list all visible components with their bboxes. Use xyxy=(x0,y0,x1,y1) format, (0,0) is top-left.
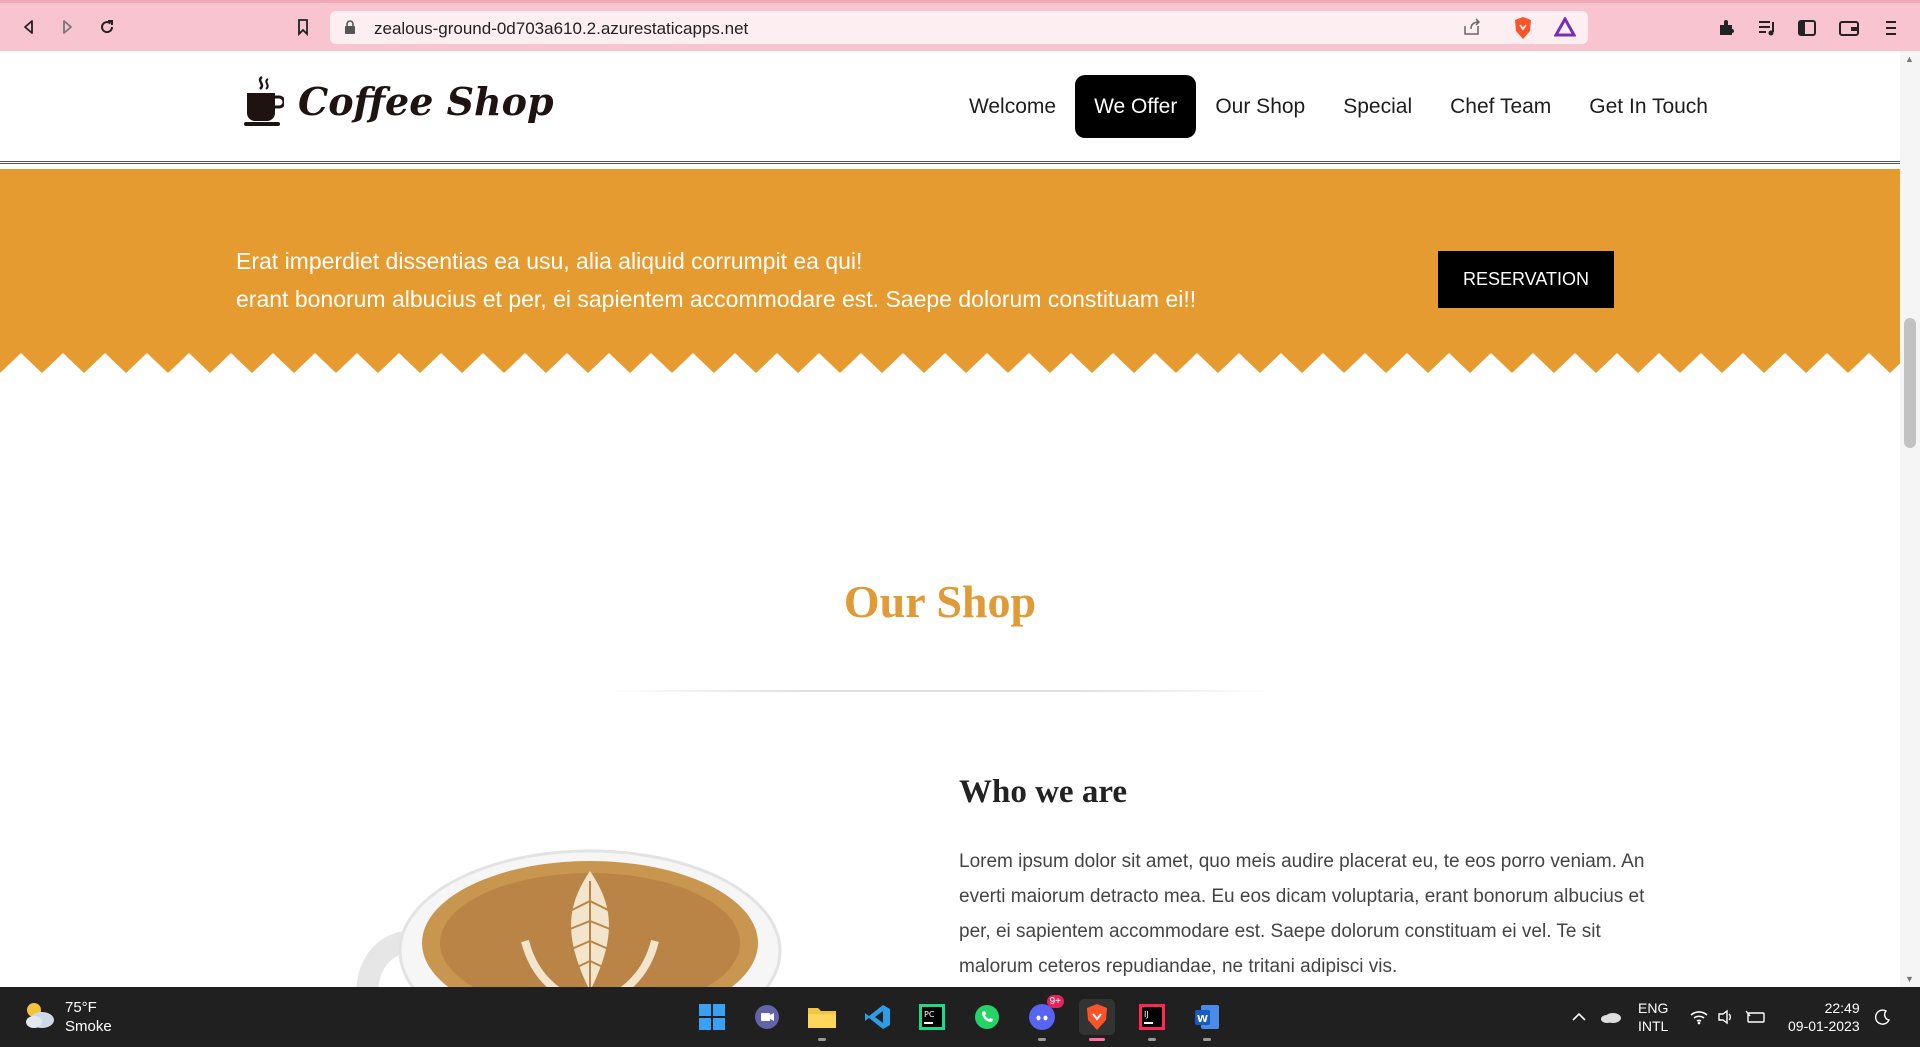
nav-our-shop[interactable]: Our Shop xyxy=(1196,75,1324,138)
site-header: Coffee Shop Welcome We Offer Our Shop Sp… xyxy=(0,51,1900,164)
brave-browser-icon[interactable] xyxy=(1079,999,1115,1041)
scroll-up-icon[interactable]: ▲ xyxy=(1905,54,1914,64)
running-indicator xyxy=(1089,1038,1105,1041)
page-scrollbar[interactable]: ▲ ▼ xyxy=(1900,51,1920,987)
title-divider xyxy=(600,690,1280,692)
show-hidden-icons-chevron-icon[interactable] xyxy=(1571,987,1587,1047)
teams-chat-icon[interactable] xyxy=(749,999,785,1035)
keyboard-layout: INTL xyxy=(1638,1018,1669,1034)
svg-text:PC: PC xyxy=(924,1010,935,1019)
onedrive-cloud-icon[interactable] xyxy=(1600,987,1622,1047)
who-we-are-heading: Who we are xyxy=(959,774,1128,810)
coffee-cup-icon xyxy=(244,75,284,126)
clock-time: 22:49 xyxy=(1824,1000,1860,1016)
clock-date: 09-01-2023 xyxy=(1788,1018,1860,1034)
extensions-icon[interactable] xyxy=(1715,16,1739,40)
menu-icon[interactable] xyxy=(1879,16,1903,40)
promo-banner: Erat imperdiet dissentias ea usu, alia a… xyxy=(0,169,1900,352)
zigzag-divider xyxy=(0,351,1900,373)
start-icon[interactable] xyxy=(694,999,730,1035)
sidebar-icon[interactable] xyxy=(1795,16,1819,40)
back-icon[interactable] xyxy=(16,14,42,40)
weather-temperature[interactable]: 75°F xyxy=(65,999,97,1016)
logo-text: Coffee Shop xyxy=(298,78,554,124)
weather-cloudy-icon[interactable] xyxy=(22,1000,56,1035)
reservation-button[interactable]: RESERVATION xyxy=(1438,251,1614,308)
brave-shield-icon[interactable] xyxy=(1512,16,1534,45)
who-we-are-text: Lorem ipsum dolor sit amet, quo meis aud… xyxy=(959,851,1645,977)
reload-icon[interactable] xyxy=(94,14,120,40)
running-indicator xyxy=(1038,1038,1046,1041)
nav-chef-team[interactable]: Chef Team xyxy=(1431,75,1570,138)
input-language[interactable]: ENG INTL xyxy=(1638,999,1668,1035)
running-indicator xyxy=(1203,1038,1211,1041)
latte-cup-image xyxy=(356,849,782,987)
bookmark-icon[interactable] xyxy=(290,14,316,40)
nav-welcome[interactable]: Welcome xyxy=(950,75,1075,138)
main-nav: Welcome We Offer Our Shop Special Chef T… xyxy=(950,75,1727,138)
banner-text: Erat imperdiet dissentias ea usu, alia a… xyxy=(236,242,1196,318)
nav-get-in-touch[interactable]: Get In Touch xyxy=(1570,75,1727,138)
running-indicator xyxy=(818,1038,826,1041)
word-icon[interactable]: W xyxy=(1189,999,1225,1041)
forward-icon[interactable] xyxy=(54,14,80,40)
svg-text:W: W xyxy=(1197,1014,1208,1025)
address-bar[interactable]: zealous-ground-0d703a610.2.azurestaticap… xyxy=(330,11,1588,44)
web-page: Coffee Shop Welcome We Offer Our Shop Sp… xyxy=(0,51,1900,987)
share-icon[interactable] xyxy=(1462,18,1482,41)
whatsapp-icon[interactable] xyxy=(969,999,1005,1035)
intellij-icon[interactable]: IJ xyxy=(1134,999,1170,1041)
notifications-moon-icon[interactable] xyxy=(1875,987,1891,1047)
vscode-icon[interactable] xyxy=(859,999,895,1035)
nav-we-offer[interactable]: We Offer xyxy=(1075,75,1197,138)
file-explorer-icon[interactable] xyxy=(804,999,840,1041)
lock-icon[interactable] xyxy=(344,20,356,39)
running-indicator xyxy=(1148,1038,1156,1041)
scrollbar-thumb[interactable] xyxy=(1904,318,1916,448)
banner-line-1: Erat imperdiet dissentias ea usu, alia a… xyxy=(236,248,863,274)
discord-icon[interactable]: 9+ xyxy=(1024,995,1064,1041)
pycharm-icon[interactable]: PC xyxy=(914,999,950,1035)
scroll-down-icon[interactable]: ▼ xyxy=(1905,974,1914,984)
discord-notification-badge: 9+ xyxy=(1046,995,1064,1008)
wifi-icon[interactable] xyxy=(1689,987,1709,1047)
wallet-icon[interactable] xyxy=(1837,16,1861,40)
section-title: Our Shop xyxy=(843,576,1037,627)
nav-special[interactable]: Special xyxy=(1324,75,1431,138)
weather-description[interactable]: Smoke xyxy=(65,1018,112,1035)
url-text[interactable]: zealous-ground-0d703a610.2.azurestaticap… xyxy=(374,19,748,39)
language-code: ENG xyxy=(1638,1000,1669,1016)
browser-toolbar: zealous-ground-0d703a610.2.azurestaticap… xyxy=(0,0,1920,51)
brave-rewards-icon[interactable] xyxy=(1553,15,1577,42)
windows-taskbar: 75°F Smoke PC 9+ IJ W ENG INTL 22:49 09-… xyxy=(0,987,1920,1047)
svg-text:IJ: IJ xyxy=(1144,1010,1149,1019)
battery-icon[interactable] xyxy=(1744,987,1766,1047)
site-logo[interactable]: Coffee Shop xyxy=(242,75,554,127)
banner-line-2: erant bonorum albucius et per, ei sapien… xyxy=(236,286,1197,312)
system-clock[interactable]: 22:49 09-01-2023 xyxy=(1788,999,1860,1035)
playlist-icon[interactable] xyxy=(1755,16,1779,40)
volume-icon[interactable] xyxy=(1717,987,1735,1047)
